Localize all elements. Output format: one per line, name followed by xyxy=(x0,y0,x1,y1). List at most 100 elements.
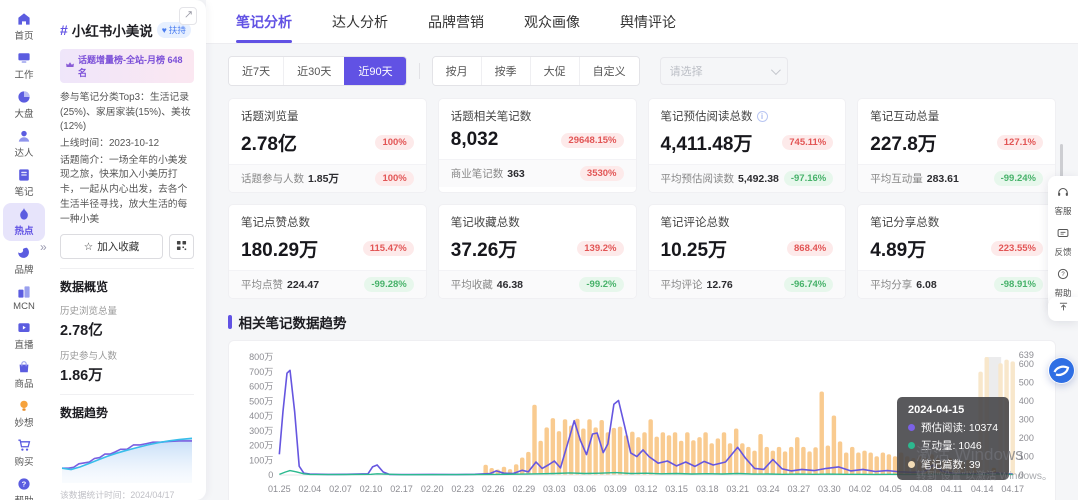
trend-section-title: 相关笔记数据趋势 xyxy=(228,312,1056,332)
svg-text:01.25: 01.25 xyxy=(268,484,291,494)
float-headset-button[interactable]: 客服 xyxy=(1054,181,1071,222)
back-to-top-button[interactable] xyxy=(1048,297,1078,321)
tab-品牌营销[interactable]: 品牌营销 xyxy=(426,0,486,43)
svg-text:400: 400 xyxy=(1019,396,1034,406)
sub-metric-value: 46.38 xyxy=(497,279,523,291)
svg-text:03.21: 03.21 xyxy=(726,484,749,494)
sub-metric-value: 5,492.38 xyxy=(738,173,779,185)
range-button[interactable]: 近7天 xyxy=(229,57,283,85)
svg-text:500万: 500万 xyxy=(249,396,273,406)
sub-metric-label: 平均收藏 xyxy=(451,277,493,292)
sidebar-item-label: MCN xyxy=(13,301,35,312)
sub-change-badge: -99.28% xyxy=(364,277,413,292)
logo-icon xyxy=(1048,357,1075,384)
live-icon xyxy=(16,320,32,336)
sidebar-item-market[interactable]: 大盘 xyxy=(3,86,45,124)
sidebar-item-label: 商品 xyxy=(14,376,33,390)
topic-online-date: 上线时间：2023-10-12 xyxy=(60,137,194,152)
tab-观众画像[interactable]: 观众画像 xyxy=(522,0,582,43)
sidebar-item-cart[interactable]: 购买 xyxy=(3,434,45,472)
analysis-tabbar: 笔记分析达人分析品牌营销观众画像舆情评论 xyxy=(206,0,1078,44)
feedback-icon xyxy=(1056,226,1070,245)
add-favorite-button[interactable]: ☆加入收藏 xyxy=(60,234,163,259)
sidebar-item-hot[interactable]: 热点 xyxy=(3,203,45,241)
sidebar-item-goods[interactable]: 商品 xyxy=(3,356,45,394)
float-feedback-button[interactable]: 反馈 xyxy=(1054,222,1071,263)
panel-collapse-toggle[interactable]: » xyxy=(40,240,47,254)
metric-title: 话题相关笔记数 xyxy=(451,108,532,124)
tab-舆情评论[interactable]: 舆情评论 xyxy=(618,0,678,43)
metric-value: 8,032 xyxy=(451,129,499,151)
help-icon: ? xyxy=(16,476,32,492)
change-badge: 29648.15% xyxy=(561,133,623,148)
metric-title: 笔记互动总量 xyxy=(870,108,939,124)
period-button[interactable]: 按月 xyxy=(433,57,481,85)
metric-title: 笔记预估阅读总数 xyxy=(661,108,753,124)
sidebar-item-mcn[interactable]: MCN xyxy=(3,281,45,316)
svg-text:02.10: 02.10 xyxy=(360,484,383,494)
sidebar-item-home[interactable]: 首页 xyxy=(3,8,45,46)
tab-笔记分析[interactable]: 笔记分析 xyxy=(234,0,294,43)
sub-metric-value: 283.61 xyxy=(927,173,959,185)
change-badge: 868.4% xyxy=(787,241,833,256)
svg-text:800万: 800万 xyxy=(249,352,273,362)
divider xyxy=(60,394,194,395)
period-button[interactable]: 按季 xyxy=(481,57,530,85)
date-select[interactable]: 请选择 xyxy=(660,57,788,85)
sidebar-item-live[interactable]: 直播 xyxy=(3,317,45,355)
period-button[interactable]: 大促 xyxy=(530,57,579,85)
sub-metric-value: 12.76 xyxy=(707,279,733,291)
topic-title: 小红书小美说 xyxy=(72,20,153,40)
qrcode-button[interactable] xyxy=(169,234,194,259)
info-icon[interactable]: i xyxy=(757,111,768,122)
card-total-engagement: 笔记互动总量 227.8万 127.1% 平均互动量 283.61 -99.24… xyxy=(857,98,1056,193)
svg-text:02.17: 02.17 xyxy=(390,484,413,494)
range-button[interactable]: 近30天 xyxy=(283,57,344,85)
sidebar-item-work[interactable]: 工作 xyxy=(3,47,45,85)
svg-text:200: 200 xyxy=(1019,433,1034,443)
svg-text:04.17: 04.17 xyxy=(1001,484,1024,494)
period-segment: 按月按季大促自定义 xyxy=(432,56,640,86)
hash-icon: # xyxy=(60,22,68,38)
sidebar-item-label: 达人 xyxy=(14,145,33,159)
idea-icon xyxy=(16,398,32,414)
svg-text:700万: 700万 xyxy=(249,367,273,377)
svg-text:?: ? xyxy=(22,480,27,489)
assistant-logo-button[interactable] xyxy=(1048,357,1075,384)
rank-banner[interactable]: 话题增量榜-全站-月榜 648名 xyxy=(60,49,194,83)
sub-metric-label: 平均评论 xyxy=(661,277,703,292)
title-accent-bar xyxy=(228,315,232,329)
sidebar-item-label: 大盘 xyxy=(14,106,33,120)
sub-change-badge: 100% xyxy=(375,171,413,186)
sidebar-item-brand[interactable]: 品牌 xyxy=(3,242,45,280)
card-topic-notes: 话题相关笔记数 8,032 29648.15% 商业笔记数 363 3530% xyxy=(438,98,637,193)
sub-change-badge: -99.24% xyxy=(994,171,1043,186)
metric-value: 10.25万 xyxy=(661,235,728,262)
svg-text:02.20: 02.20 xyxy=(421,484,444,494)
sidebar-item-creator[interactable]: 达人 xyxy=(3,125,45,163)
svg-text:02.04: 02.04 xyxy=(299,484,322,494)
range-button[interactable]: 近90天 xyxy=(344,57,405,85)
sidebar-item-label: 帮助 xyxy=(14,493,33,500)
card-total-collects: 笔记收藏总数 37.26万 139.2% 平均收藏 46.38 -99.2% xyxy=(438,204,637,299)
metric-title: 笔记分享总数 xyxy=(870,214,939,230)
sidebar-item-help[interactable]: ? 帮助 xyxy=(3,473,45,500)
sidebar-item-idea[interactable]: 妙想 xyxy=(3,395,45,433)
main-content: 笔记分析达人分析品牌营销观众画像舆情评论 近7天近30天近90天 按月按季大促自… xyxy=(206,0,1078,500)
svg-text:02.23: 02.23 xyxy=(451,484,474,494)
period-button[interactable]: 自定义 xyxy=(579,57,639,85)
panel-fullscreen-button[interactable] xyxy=(179,7,197,25)
svg-text:03.03: 03.03 xyxy=(543,484,566,494)
card-total-shares: 笔记分享总数 4.89万 223.55% 平均分享 6.08 -98.91% xyxy=(857,204,1056,299)
metric-value: 180.29万 xyxy=(241,235,318,262)
history-participants-stat: 历史参与人数 1.86万 xyxy=(60,348,194,385)
trend-chart[interactable]: 0100万200万300万400万500万600万700万800万0100200… xyxy=(233,347,1051,497)
svg-text:02.29: 02.29 xyxy=(513,484,536,494)
trend-chart-box: 0100万200万300万400万500万600万700万800万0100200… xyxy=(228,340,1056,500)
svg-text:?: ? xyxy=(1061,272,1065,278)
tab-达人分析[interactable]: 达人分析 xyxy=(330,0,390,43)
headset-icon xyxy=(1056,185,1070,204)
sub-change-badge: 3530% xyxy=(580,166,624,181)
history-views-stat: 历史浏览总量 2.78亿 xyxy=(60,303,194,340)
sidebar-item-note[interactable]: 笔记 xyxy=(3,164,45,202)
